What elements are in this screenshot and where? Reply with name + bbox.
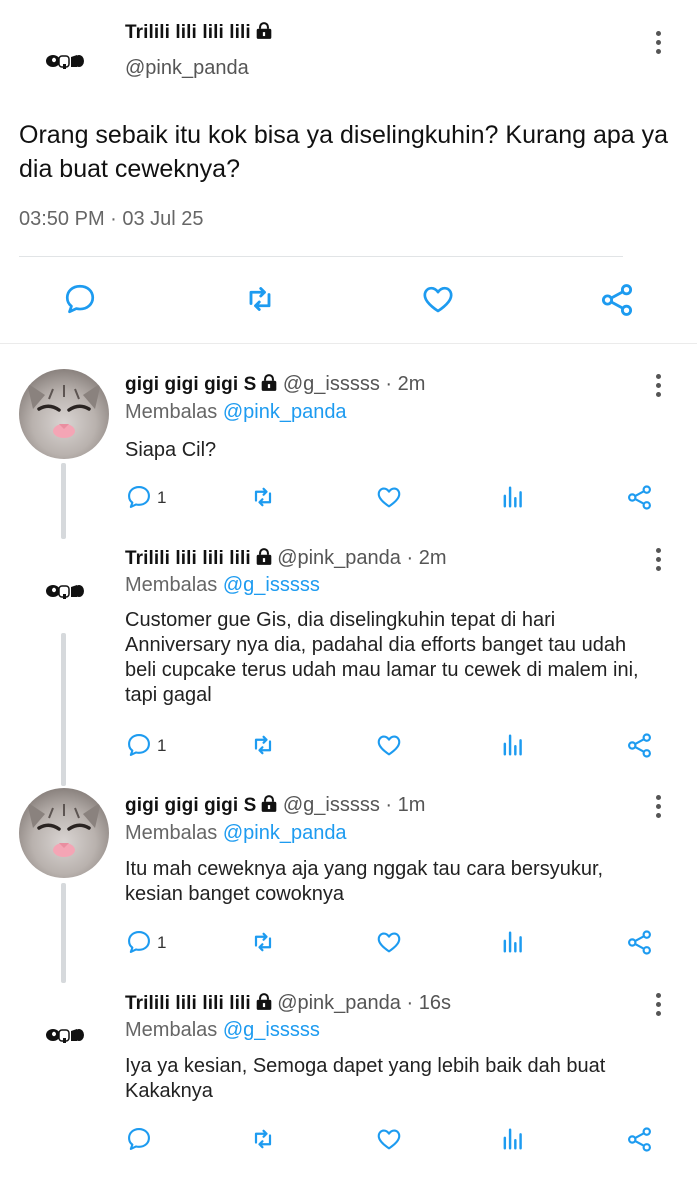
more-options-icon[interactable] <box>656 993 661 1020</box>
thread-line <box>61 463 66 539</box>
reply-header: gigi gigi gigi S @g_isssss · 1m <box>125 794 425 818</box>
replying-to: Membalas @pink_panda <box>125 401 347 424</box>
reply-header: Trilili lili lili lili @pink_panda · 16s <box>125 992 451 1016</box>
reply-header: Trilili lili lili lili @pink_panda · 2m <box>125 547 446 571</box>
mention-link[interactable]: @g_isssss <box>223 1019 320 1041</box>
share-icon[interactable] <box>598 281 636 319</box>
thread-line <box>61 883 66 983</box>
more-options-icon[interactable] <box>656 374 661 401</box>
retweet-icon[interactable] <box>248 731 278 759</box>
retweet-icon[interactable] <box>241 281 279 317</box>
reply-icon[interactable] <box>125 483 153 511</box>
lock-icon <box>255 993 273 1016</box>
replying-to-label: Membalas <box>125 822 218 844</box>
reply-icon[interactable] <box>125 731 153 759</box>
author-name[interactable]: gigi gigi gigi S <box>125 795 256 816</box>
retweet-icon[interactable] <box>248 483 278 511</box>
author-name[interactable]: gigi gigi gigi S <box>125 374 256 395</box>
stats-icon[interactable] <box>499 1125 527 1153</box>
reply-header: gigi gigi gigi S @g_isssss · 2m <box>125 373 425 397</box>
author-name[interactable]: Trilili lili lili lili <box>125 993 251 1014</box>
replying-to: Membalas @pink_panda <box>125 822 347 845</box>
like-icon[interactable] <box>375 1125 403 1153</box>
stats-icon[interactable] <box>499 483 527 511</box>
author-handle-time: @pink_panda · 16s <box>277 992 451 1014</box>
replying-to-label: Membalas <box>125 401 218 423</box>
reply-icon[interactable] <box>125 1125 153 1153</box>
lock-icon <box>260 374 278 397</box>
reply-count: 1 <box>157 933 167 952</box>
avatar[interactable] <box>19 788 109 878</box>
stats-icon[interactable] <box>499 731 527 759</box>
divider <box>0 343 697 344</box>
divider <box>19 256 623 257</box>
panda-avatar[interactable] <box>45 1024 85 1046</box>
author-name-text: Trilili lili lili lili <box>125 22 251 43</box>
share-icon[interactable] <box>625 928 654 957</box>
retweet-icon[interactable] <box>248 1125 278 1153</box>
main-post-text: Orang sebaik itu kok bisa ya diselingkuh… <box>19 121 669 183</box>
main-post-timestamp: 03:50 PM · 03 Jul 25 <box>19 208 204 230</box>
reply-count: 1 <box>157 488 167 507</box>
text-line: Customer gue Gis, dia diselingkuhin tepa… <box>125 609 556 631</box>
panda-avatar[interactable] <box>45 580 85 602</box>
text-line: kesian banget cowoknya <box>125 883 345 905</box>
author-name[interactable]: Trilili lili lili lili <box>125 548 251 569</box>
retweet-icon[interactable] <box>248 928 278 956</box>
stats-icon[interactable] <box>499 928 527 956</box>
reply-text: Siapa Cil? <box>125 439 217 461</box>
like-icon[interactable] <box>375 483 403 511</box>
share-icon[interactable] <box>625 483 654 512</box>
author-handle-time: @g_isssss · 1m <box>282 794 426 816</box>
more-options-icon[interactable] <box>656 31 661 58</box>
lock-icon <box>260 795 278 818</box>
replying-to: Membalas @g_isssss <box>125 1019 320 1042</box>
main-author-name[interactable]: Trilili lili lili lili <box>125 22 273 46</box>
like-icon[interactable] <box>375 928 403 956</box>
more-options-icon[interactable] <box>656 795 661 822</box>
text-line: beli cupcake terus udah mau lamar tu cew… <box>125 659 639 681</box>
main-author-handle[interactable]: @pink_panda <box>125 57 249 80</box>
reply-text: Itu mah ceweknya aja yang nggak tau cara… <box>125 857 685 907</box>
panda-avatar[interactable] <box>45 50 85 72</box>
reply-text: Customer gue Gis, dia diselingkuhin tepa… <box>125 608 685 708</box>
lock-icon <box>255 548 273 571</box>
share-icon[interactable] <box>625 1125 654 1154</box>
avatar[interactable] <box>19 369 109 459</box>
text-line: Kakaknya <box>125 1080 213 1102</box>
reply-text: Iya ya kesian, Semoga dapet yang lebih b… <box>125 1054 685 1104</box>
text-line: tapi gagal <box>125 684 212 706</box>
text-line: Iya ya kesian, Semoga dapet yang lebih b… <box>125 1055 606 1077</box>
replying-to-label: Membalas <box>125 574 218 596</box>
mention-link[interactable]: @pink_panda <box>223 822 347 844</box>
text-line: Anniversary nya dia, padahal dia efforts… <box>125 634 627 656</box>
reply-icon[interactable] <box>62 281 98 317</box>
replying-to-label: Membalas <box>125 1019 218 1041</box>
reply-count: 1 <box>157 736 167 755</box>
lock-icon <box>255 22 273 46</box>
replying-to: Membalas @g_isssss <box>125 574 320 597</box>
share-icon[interactable] <box>625 731 654 760</box>
mention-link[interactable]: @g_isssss <box>223 574 320 596</box>
like-icon[interactable] <box>420 281 456 317</box>
thread-line <box>61 633 66 786</box>
author-handle-time: @pink_panda · 2m <box>277 547 447 569</box>
reply-icon[interactable] <box>125 928 153 956</box>
author-handle-time: @g_isssss · 2m <box>282 373 426 395</box>
mention-link[interactable]: @pink_panda <box>223 401 347 423</box>
more-options-icon[interactable] <box>656 548 661 575</box>
text-line: Itu mah ceweknya aja yang nggak tau cara… <box>125 858 604 880</box>
like-icon[interactable] <box>375 731 403 759</box>
